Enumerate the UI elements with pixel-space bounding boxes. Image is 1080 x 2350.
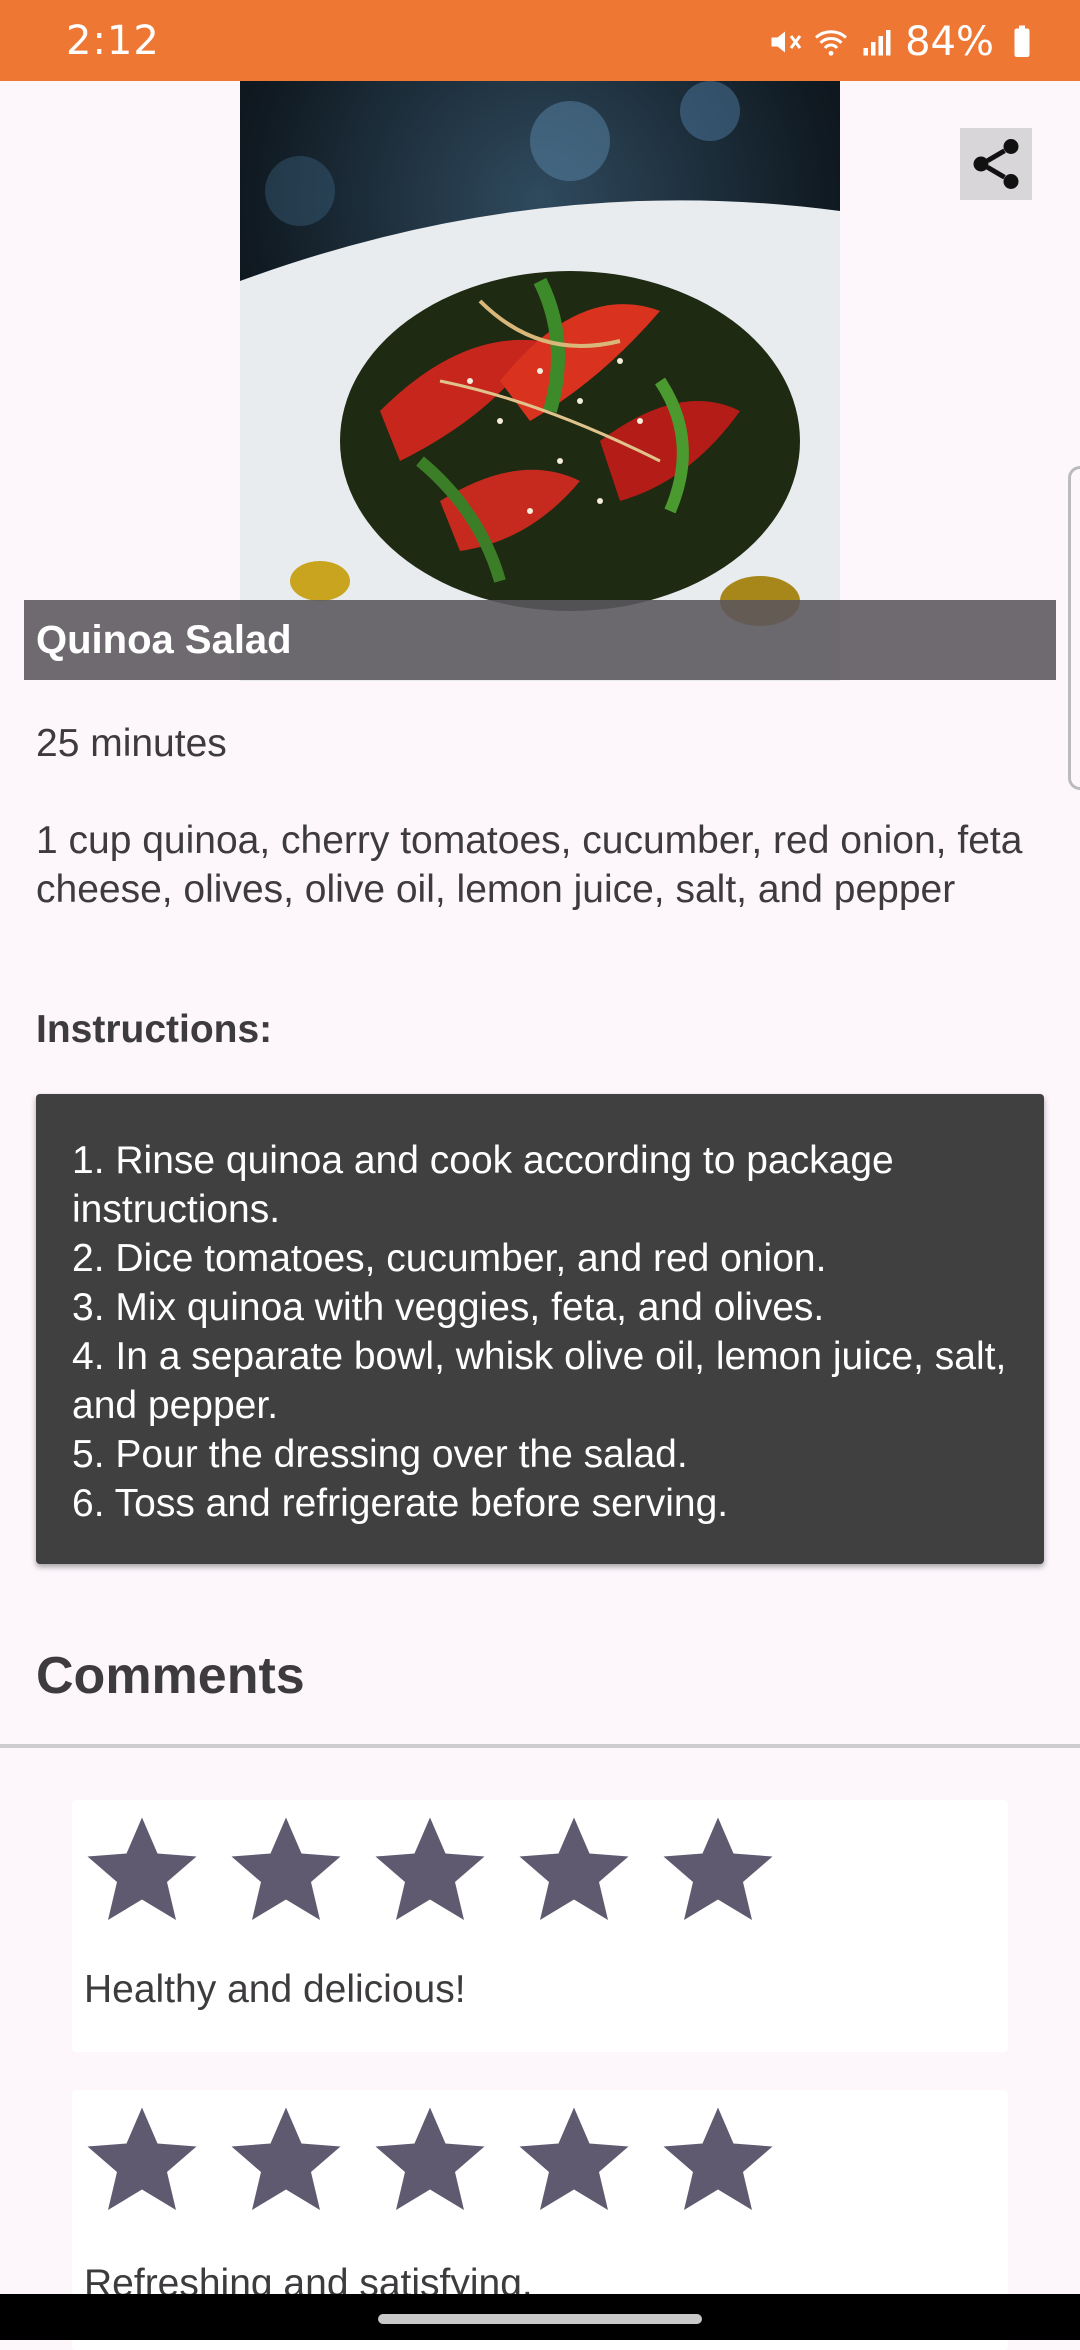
recipe-ingredients: 1 cup quinoa, cherry tomatoes, cucumber,… [36, 819, 1023, 911]
battery-icon [1014, 25, 1030, 57]
status-time: 2:12 [66, 18, 160, 64]
star-icon[interactable] [82, 1810, 202, 1930]
comment-text: Healthy and delicious! [84, 1968, 466, 2011]
instructions-heading: Instructions: [36, 1008, 273, 1051]
star-icon[interactable] [658, 2100, 778, 2220]
star-icon[interactable] [226, 2100, 346, 2220]
share-icon [973, 139, 1019, 189]
status-icons: 84% [767, 19, 1040, 65]
instructions-list: 1. Rinse quinoa and cook according to pa… [72, 1136, 1022, 1528]
share-button[interactable] [960, 128, 1032, 200]
instruction-step: 6. Toss and refrigerate before serving. [72, 1482, 729, 1525]
comment-card: Healthy and delicious! [72, 1800, 1008, 2052]
star-icon[interactable] [370, 2100, 490, 2220]
navigation-bar [0, 2294, 1080, 2340]
instruction-step: 2. Dice tomatoes, cucumber, and red onio… [72, 1237, 827, 1280]
signal-icon [863, 30, 891, 56]
status-bar: 2:12 84% [0, 0, 1080, 81]
star-icon[interactable] [658, 1810, 778, 1930]
wifi-icon [815, 30, 848, 56]
comments-heading: Comments [36, 1647, 305, 1705]
star-icon[interactable] [514, 1810, 634, 1930]
star-rating [82, 2100, 778, 2220]
instruction-step: 4. In a separate bowl, whisk olive oil, … [72, 1335, 1007, 1427]
star-icon[interactable] [370, 1810, 490, 1930]
star-icon[interactable] [226, 1810, 346, 1930]
star-rating [82, 1810, 778, 1930]
instruction-step: 5. Pour the dressing over the salad. [72, 1433, 688, 1476]
battery-percent: 84% [905, 19, 994, 65]
instruction-step: 3. Mix quinoa with veggies, feta, and ol… [72, 1286, 825, 1329]
recipe-image [240, 81, 840, 681]
recipe-title: Quinoa Salad [36, 618, 292, 662]
home-gesture-pill[interactable] [378, 2314, 702, 2324]
recipe-duration: 25 minutes [36, 722, 227, 765]
recipe-title-bar: Quinoa Salad [24, 600, 1056, 680]
star-icon[interactable] [82, 2100, 202, 2220]
mute-icon [771, 31, 802, 53]
divider [0, 1744, 1080, 1748]
instruction-step: 1. Rinse quinoa and cook according to pa… [72, 1139, 894, 1231]
star-icon[interactable] [514, 2100, 634, 2220]
scroll-handle[interactable] [1068, 466, 1080, 790]
instructions-card: 1. Rinse quinoa and cook according to pa… [36, 1094, 1044, 1564]
